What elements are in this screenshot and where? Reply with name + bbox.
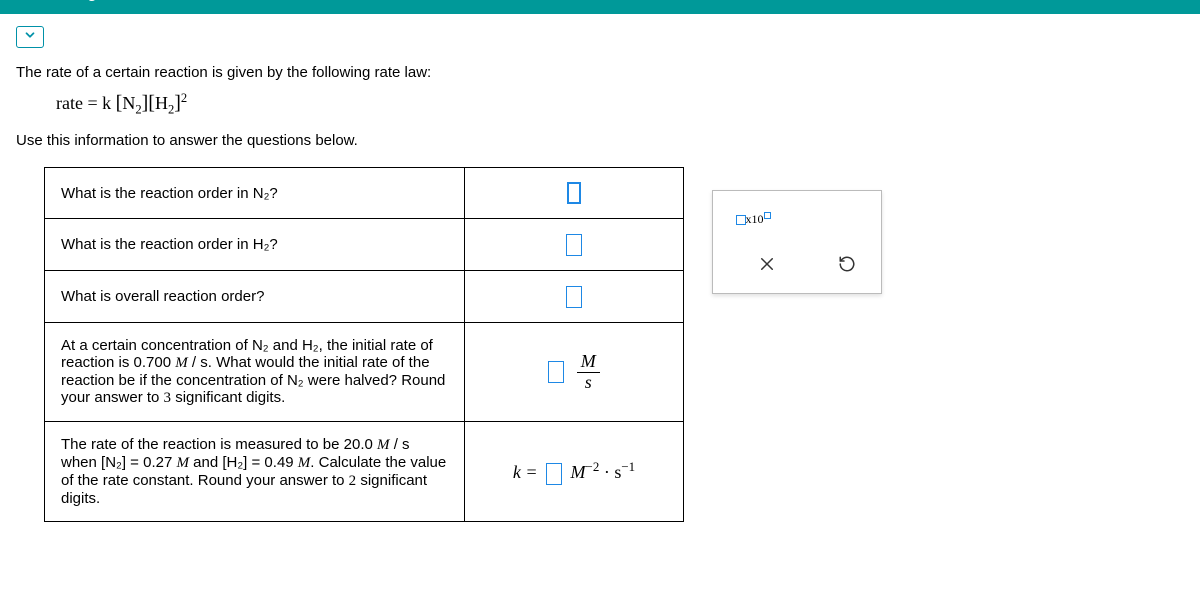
chevron-down-icon bbox=[23, 28, 37, 46]
table-row: What is the reaction order in N₂? bbox=[45, 167, 684, 219]
q2-answer-cell[interactable] bbox=[465, 219, 684, 271]
close-icon bbox=[758, 255, 776, 277]
questions-table: What is the reaction order in N₂? What i… bbox=[44, 167, 684, 523]
table-row: At a certain concentration of N₂ and H₂,… bbox=[45, 323, 684, 422]
q2-text: What is the reaction order in H₂? bbox=[45, 219, 465, 271]
numeric-input[interactable] bbox=[546, 463, 562, 485]
intro-line-1: The rate of a certain reaction is given … bbox=[16, 64, 1184, 81]
q4-text: At a certain concentration of N₂ and H₂,… bbox=[45, 323, 465, 422]
app-header: Using a rate law bbox=[0, 0, 1200, 14]
intro-line-2: Use this information to answer the quest… bbox=[16, 132, 1184, 149]
q1-answer-cell[interactable] bbox=[465, 167, 684, 219]
table-row: What is overall reaction order? bbox=[45, 271, 684, 323]
reset-button[interactable] bbox=[827, 251, 867, 281]
collapse-toggle[interactable] bbox=[16, 26, 44, 48]
question-body: The rate of a certain reaction is given … bbox=[0, 48, 1200, 522]
numeric-input[interactable] bbox=[548, 361, 564, 383]
q3-answer-cell[interactable] bbox=[465, 271, 684, 323]
q5-text: The rate of the reaction is measured to … bbox=[45, 422, 465, 522]
table-row: The rate of the reaction is measured to … bbox=[45, 422, 684, 522]
numeric-input[interactable] bbox=[567, 182, 581, 204]
tool-palette: x10 bbox=[712, 190, 882, 294]
table-row: What is the reaction order in H₂? bbox=[45, 219, 684, 271]
unit-fraction: M s bbox=[577, 352, 600, 393]
q1-text: What is the reaction order in N₂? bbox=[45, 167, 465, 219]
q4-answer-cell[interactable]: M s bbox=[465, 323, 684, 422]
scientific-notation-button[interactable]: x10 bbox=[733, 203, 773, 233]
numeric-input[interactable] bbox=[566, 234, 582, 256]
numeric-input[interactable] bbox=[566, 286, 582, 308]
rate-law-formula: rate = k [N2][H2]2 bbox=[56, 91, 1184, 118]
q5-answer-cell[interactable]: k = M−2 · s−1 bbox=[465, 422, 684, 522]
q3-text: What is overall reaction order? bbox=[45, 271, 465, 323]
clear-button[interactable] bbox=[747, 251, 787, 281]
undo-icon bbox=[838, 255, 856, 277]
